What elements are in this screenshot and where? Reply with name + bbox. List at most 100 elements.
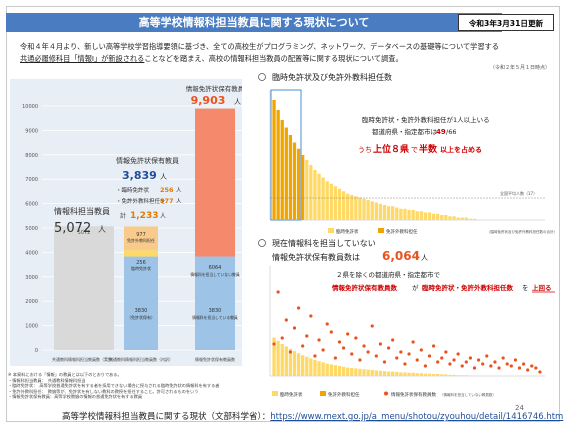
col2-title: 情報免許状保有教員 [116,156,179,165]
col2-kei-unit: 人 [160,213,166,220]
panel2-point [436,360,440,364]
panel1-bar [468,218,473,220]
panel2-bar [284,346,288,376]
panel2-point [407,352,411,356]
panel1-bar [350,195,354,220]
col1-bar [54,226,114,350]
panel2-point [358,358,362,362]
panel2-bar [296,353,301,376]
panel2-point [378,342,383,346]
panel1-bar [301,155,305,220]
intro-underlined: 共通必履修科目「情報Ⅰ」が新設される [20,54,145,63]
panel1-title: 臨時免許状及び免許外教科担任数 [272,72,392,82]
panel1-bar [276,110,280,220]
panel2-point [382,360,387,364]
col2-kei-label: 計 [120,212,126,220]
panel2-point [501,356,505,360]
panel2-note1: ２県を除くの都道府県・指定都市で [336,270,441,279]
intro-line1: 令和４年４月より、新しい高等学校学習指導要領に基づき、全ての高校生がプログラミン… [20,42,499,51]
panel1-bar [456,217,460,220]
footnotes: ※ 本資料における「情報」の教員とは以下のとおりである。 ・情報科担当教員： 共… [8,372,258,400]
source-link[interactable]: https://www.mext.go.jp/a_menu/shotou/zyo… [270,412,563,422]
panel2-bar [382,371,387,376]
panel1-bar [431,213,436,220]
panel1-bar [395,207,399,220]
panel2-point [403,362,407,366]
panel2-unit: 人 [421,254,428,262]
panel2-bar [444,374,448,376]
col3-red-segment [195,108,235,257]
panel2-point [440,356,444,360]
panel2-bar [276,340,280,376]
panel1-bar [309,165,313,220]
panel2-point [399,350,403,354]
panel2-legend2: 免許外教科担任 [328,391,360,398]
panel2-bars [272,337,477,376]
col3-blue-label: 情報科を担当している教員 [192,315,238,320]
panel2-note2e: 上回る [532,283,552,292]
panel1-note3a: うち [358,146,372,154]
y-tick-label: 0 [35,348,38,354]
col2-xlabel: 共通教科情報科担当教員数（内訳） [109,356,173,362]
panel2-point [354,336,358,340]
panel2-point [427,354,432,358]
panel1-bar [382,205,387,220]
footnote-line: ・情報免許状保有教員：高等学校教諭の情報の普通免許状を有する教員 [8,394,143,400]
panel2: 現在情報科を担当していない 情報免許状保有教員数は 6,064 人 ２県を除くの… [258,238,555,398]
panel1-bar [407,210,411,220]
col2-blue-value: 3830 [135,308,148,314]
col2-yellow-segment [124,250,158,257]
panel2-point [513,358,518,362]
panel1-bar [321,177,325,220]
panel1-bar [386,206,391,220]
panel2-point [391,338,395,342]
left-chart: 0 1000 2000 3000 4000 5000 6000 7000 8000 9000 100… [22,84,242,362]
panel1-bar [362,198,366,220]
panel2-point [415,358,419,362]
panel2-bar [448,374,452,376]
panel2-bar [362,369,366,376]
panel2-point [362,344,366,348]
panel2-legend-note: （情報科を担当していない教員数） [440,392,496,397]
panel2-point [370,324,374,328]
panel1-bar [444,215,448,220]
panel2-legend1: 臨時免許状 [280,391,303,398]
col2-unit: 人 [160,173,167,181]
panel2-bar [301,355,305,376]
panel1-bar [337,188,342,220]
panel2-bar [452,374,456,376]
panel2-bar [305,356,309,376]
panel2-bar [386,371,391,376]
panel2-bar [423,373,428,376]
panel2-value: 6,064 [382,249,420,263]
panel2-bar [440,374,444,376]
panel1-bar [317,173,321,220]
panel2-title1: 現在情報科を担当していない [272,238,376,248]
panel1-bullet-icon [258,73,266,81]
col2-rinji-unit: 人 [176,187,182,194]
panel1-legend1-swatch [328,228,334,233]
panel1-bar [370,201,374,220]
panel1-bar [427,212,432,220]
panel2-point [481,362,485,366]
panel2-point [313,354,317,358]
panel2-bar [333,365,338,376]
panel2-legend3: 情報免許状保有教員数 [391,391,436,398]
panel1-bar [374,202,378,220]
panel1-bar [305,160,309,220]
panel1-bar [288,135,293,220]
panel1-legend2-swatch [378,228,384,233]
panel2-point [272,342,276,346]
col3-red-label: 情報科を担当していない教員 [190,272,239,277]
panel1-bar [472,218,477,220]
panel1-bar [354,196,358,220]
col2-rinji-value: 256 [160,186,174,194]
panel2-note2c: 臨時免許状・免許外教科担任数 [422,283,514,292]
col2-rinji-label: ・臨時免許状 [116,186,150,194]
panel2-bar [456,375,460,376]
col3-title: 情報免許状保有教員 [186,84,242,93]
panel1-bar [403,208,407,220]
col3-value: 9,903 [191,94,226,107]
panel2-point [337,340,342,344]
panel1-bar [460,217,464,220]
